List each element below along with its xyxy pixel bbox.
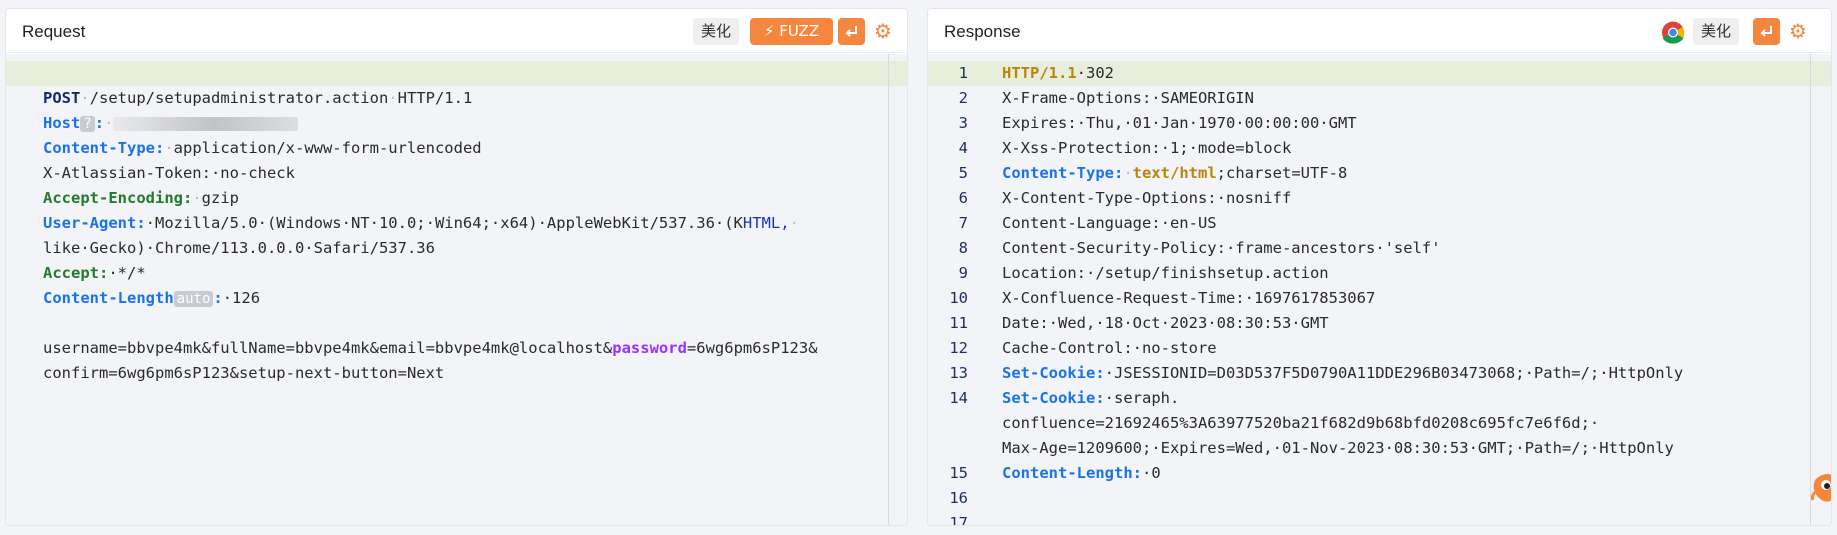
response-header: Response 美化 ⚙ bbox=[928, 9, 1831, 53]
line-text: X-Frame-Options:·SAMEORIGIN bbox=[1002, 89, 1254, 107]
header-line-content-type: Content-Type:·application/x-www-form-url… bbox=[43, 139, 482, 157]
line-text: X-Xss-Protection:·1;·mode=block bbox=[1002, 139, 1292, 157]
line-text: Expires:·Thu,·01·Jan·1970·00:00:00·GMT bbox=[1002, 114, 1357, 132]
response-line: 8 Content-Security-Policy:·frame-ancestor… bbox=[928, 236, 1831, 261]
line-number: 5 bbox=[958, 164, 968, 182]
response-line: 10 X-Confluence-Request-Time:·16976178530… bbox=[928, 286, 1831, 311]
header-line-host: Host?:· bbox=[6, 86, 907, 132]
line-text: X-Content-Type-Options:·nosniff bbox=[1002, 189, 1292, 207]
beautify-button[interactable]: 美化 bbox=[693, 18, 739, 45]
response-line: 14 Set-Cookie:·seraph. bbox=[928, 386, 1831, 411]
line-text: Max-Age=1209600;·Expires=Wed,·01-Nov-202… bbox=[1002, 439, 1674, 457]
line-number: 2 bbox=[958, 89, 968, 107]
response-line: 9 Location:·/setup/finishsetup.action bbox=[928, 261, 1831, 286]
line-text: Location:·/setup/finishsetup.action bbox=[1002, 264, 1329, 282]
response-editor[interactable]: 17 16 15 Content-Length:·0 Max-Age=1209600;·… bbox=[928, 54, 1831, 525]
response-line: 1 HTTP/1.1·302 bbox=[928, 61, 1831, 86]
line-number: 14 bbox=[949, 389, 968, 407]
fuzz-label: FUZZ bbox=[779, 22, 820, 40]
line-text: Cache-Control:·no-store bbox=[1002, 339, 1217, 357]
line-text: HTTP/1.1·302 bbox=[1002, 64, 1114, 82]
line-number: 8 bbox=[958, 239, 968, 257]
request-editor[interactable]: POST·/setup/setupadministrator.action·HT… bbox=[6, 54, 907, 525]
response-line: 5 Content-Type:·text/html;charset=UTF-8 bbox=[928, 161, 1831, 186]
header-line-accept: Accept:·*/* bbox=[43, 264, 146, 282]
request-line: POST·/setup/setupadministrator.action·HT… bbox=[6, 61, 907, 107]
line-text: Content-Length:·0 bbox=[1002, 464, 1161, 482]
response-title: Response bbox=[944, 22, 1021, 41]
line-text: Content-Security-Policy:·frame-ancestors… bbox=[1002, 239, 1441, 257]
line-number: 3 bbox=[958, 114, 968, 132]
response-line: 3 Expires:·Thu,·01·Jan·1970·00:00:00·GMT bbox=[928, 111, 1831, 136]
header-line-atlassian-token: X-Atlassian-Token:·no-check bbox=[43, 164, 295, 182]
response-line: 12 Cache-Control:·no-store bbox=[928, 336, 1831, 361]
mascot-icon[interactable] bbox=[1810, 470, 1831, 504]
response-line: 13 Set-Cookie:·JSESSIONID=D03D537F5D0790A… bbox=[928, 361, 1831, 386]
line-text: X-Confluence-Request-Time:·1697617853067 bbox=[1002, 289, 1376, 307]
request-title: Request bbox=[22, 22, 86, 41]
request-panel: Request 美化 ⚡ FUZZ ⚙ POST·/setup/setupadm… bbox=[5, 8, 908, 526]
body-line-1: username=bbvpe4mk&fullName=bbvpe4mk&emai… bbox=[43, 339, 818, 357]
gear-icon[interactable]: ⚙ bbox=[870, 18, 896, 45]
line-number: 12 bbox=[949, 339, 968, 357]
line-number: 11 bbox=[949, 314, 968, 332]
response-line: Max-Age=1209600;·Expires=Wed,·01-Nov-202… bbox=[928, 436, 1831, 461]
line-number: 10 bbox=[949, 289, 968, 307]
response-line: 7 Content-Language:·en-US bbox=[928, 211, 1831, 236]
header-line-user-agent-cont: like·Gecko)·Chrome/113.0.0.0·Safari/537.… bbox=[43, 239, 435, 257]
line-number: 4 bbox=[958, 139, 968, 157]
minimap-divider bbox=[888, 54, 889, 525]
line-text: confluence=21692465%3A63977520ba21f682d9… bbox=[1002, 414, 1600, 432]
header-line-accept-encoding: Accept-Encoding:·gzip bbox=[43, 189, 239, 207]
fuzz-button[interactable]: ⚡ FUZZ bbox=[750, 18, 833, 45]
header-line-content-length: Content-Length auto:·126 bbox=[43, 289, 261, 307]
lightning-icon: ⚡ bbox=[763, 22, 775, 40]
header-line-user-agent: User-Agent:·Mozilla/5.0·(Windows·NT·10.0… bbox=[43, 214, 799, 232]
line-number: 7 bbox=[958, 214, 968, 232]
line-text: Date:·Wed,·18·Oct·2023·08:30:53·GMT bbox=[1002, 314, 1329, 332]
minimap-divider bbox=[1810, 54, 1811, 525]
line-number: 15 bbox=[949, 464, 968, 482]
response-line: 2 X-Frame-Options:·SAMEORIGIN bbox=[928, 86, 1831, 111]
line-text: Content-Type:·text/html;charset=UTF-8 bbox=[1002, 164, 1348, 182]
response-line: 17 bbox=[928, 511, 1831, 526]
response-line: 6 X-Content-Type-Options:·nosniff bbox=[928, 186, 1831, 211]
line-text: Set-Cookie:·JSESSIONID=D03D537F5D0790A11… bbox=[1002, 364, 1684, 382]
line-number: 1 bbox=[958, 64, 968, 82]
line-number: 9 bbox=[958, 264, 968, 282]
line-text: Content-Language:·en-US bbox=[1002, 214, 1217, 232]
response-line: confluence=21692465%3A63977520ba21f682d9… bbox=[928, 411, 1831, 436]
response-line: 11 Date:·Wed,·18·Oct·2023·08:30:53·GMT bbox=[928, 311, 1831, 336]
request-header: Request 美化 ⚡ FUZZ ⚙ bbox=[6, 9, 907, 53]
line-number: 6 bbox=[958, 189, 968, 207]
return-icon[interactable] bbox=[1753, 18, 1780, 45]
body-line-2: confirm=6wg6pm6sP123&setup-next-button=N… bbox=[43, 364, 445, 382]
response-line: 4 X-Xss-Protection:·1;·mode=block bbox=[928, 136, 1831, 161]
auto-chip[interactable]: auto bbox=[173, 291, 214, 307]
gear-icon[interactable]: ⚙ bbox=[1785, 18, 1811, 45]
line-number: 13 bbox=[949, 364, 968, 382]
response-panel: Response 美化 ⚙ 17 16 15 Content-Length:·0 Max… bbox=[927, 8, 1832, 526]
chrome-icon[interactable] bbox=[1659, 18, 1686, 45]
line-text: Set-Cookie:·seraph. bbox=[1002, 389, 1180, 407]
response-line: 16 bbox=[928, 486, 1831, 511]
response-line: 15 Content-Length:·0 bbox=[928, 461, 1831, 486]
line-number: 17 bbox=[949, 514, 968, 526]
line-number: 16 bbox=[949, 489, 968, 507]
return-icon[interactable] bbox=[838, 18, 865, 45]
beautify-button[interactable]: 美化 bbox=[1693, 18, 1739, 45]
